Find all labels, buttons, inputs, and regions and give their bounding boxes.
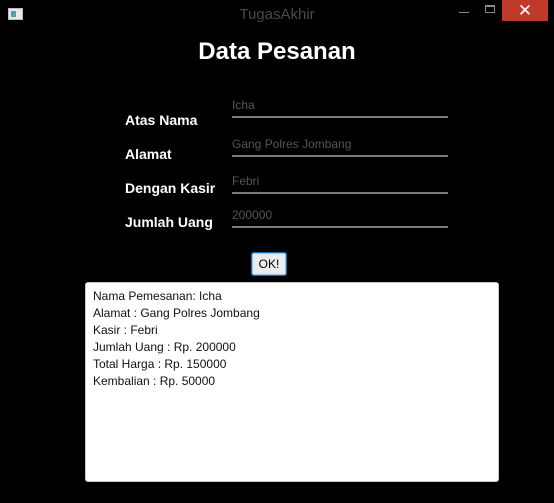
label-dengan-kasir: Dengan Kasir xyxy=(125,180,216,196)
kasir-field[interactable] xyxy=(232,172,448,194)
label-jumlah-uang: Jumlah Uang xyxy=(125,214,213,230)
output-textarea[interactable]: Nama Pemesanan: Icha Alamat : Gang Polre… xyxy=(85,282,499,482)
close-button[interactable]: ✕ xyxy=(502,0,548,21)
atas-nama-field[interactable] xyxy=(232,96,448,118)
output-line: Nama Pemesanan: Icha xyxy=(93,289,222,303)
output-line: Kembalian : Rp. 50000 xyxy=(93,374,216,388)
output-line: Total Harga : Rp. 150000 xyxy=(93,357,227,371)
atas-nama-input[interactable] xyxy=(232,98,448,112)
output-line: Jumlah Uang : Rp. 200000 xyxy=(93,340,236,354)
label-atas-nama: Atas Nama xyxy=(125,112,198,128)
label-alamat: Alamat xyxy=(125,146,172,162)
alamat-input[interactable] xyxy=(232,137,448,151)
ok-button[interactable]: OK! xyxy=(251,252,287,276)
kasir-input[interactable] xyxy=(232,174,448,188)
title-bar: TugasAkhir ✕ xyxy=(0,0,554,30)
jumlah-uang-input[interactable] xyxy=(232,208,448,222)
minimize-button[interactable] xyxy=(449,0,479,21)
maximize-icon xyxy=(485,5,495,13)
output-line: Kasir : Febri xyxy=(93,323,158,337)
output-line: Alamat : Gang Polres Jombang xyxy=(93,306,260,320)
minimize-icon xyxy=(459,12,469,13)
jumlah-uang-field[interactable] xyxy=(232,206,448,228)
page-title: Data Pesanan xyxy=(198,38,356,65)
close-icon: ✕ xyxy=(517,1,533,20)
alamat-field[interactable] xyxy=(232,135,448,157)
